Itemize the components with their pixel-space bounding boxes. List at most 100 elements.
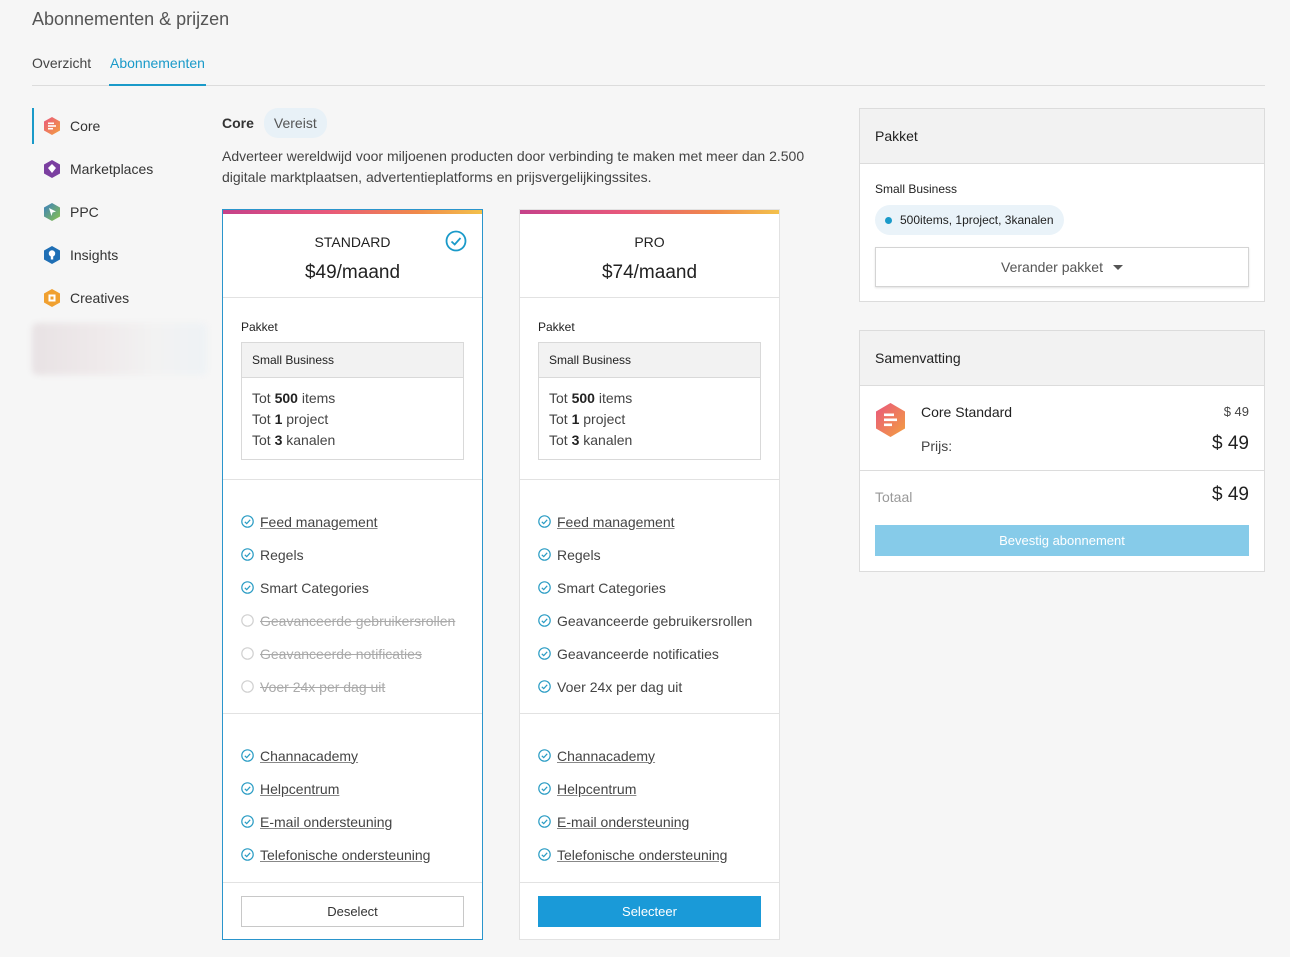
- sidebar-item-core[interactable]: Core: [32, 108, 207, 144]
- plan-support: Channacademy Helpcentrum E-mail onderste…: [223, 714, 482, 883]
- support-link[interactable]: E-mail ondersteuning: [241, 805, 482, 838]
- sidebar-item-label: Core: [70, 118, 101, 134]
- limit-channels: Tot 3 kanalen: [549, 432, 633, 448]
- status-dot-icon: [885, 216, 892, 224]
- insights-icon: [44, 246, 60, 264]
- limit-items: Tot 500 items: [252, 390, 336, 406]
- total-value: $ 49: [1212, 484, 1249, 505]
- change-package-button[interactable]: Verander pakket: [875, 247, 1249, 287]
- feature-item: Voer 24x per dag uit: [538, 670, 779, 703]
- sidebar-item-marketplaces[interactable]: Marketplaces: [32, 151, 207, 187]
- plan-package-section: Pakket Small Business Tot 500 items Tot …: [520, 298, 779, 480]
- plan-name: PRO: [634, 234, 665, 250]
- tab-overview[interactable]: Overzicht: [32, 55, 91, 86]
- package-panel: Pakket Small Business 500 items, 1 proje…: [859, 108, 1265, 302]
- feature-item-disabled: Voer 24x per dag uit: [241, 670, 482, 703]
- plan-header: STANDARD $49/maand: [223, 214, 482, 298]
- check-circle-icon: [538, 782, 551, 795]
- plan-name: STANDARD: [314, 234, 391, 250]
- plan-features: Feed management Regels Smart Categories …: [520, 480, 779, 714]
- core-icon: [876, 403, 905, 437]
- plan-card-standard[interactable]: STANDARD $49/maand Pakket Small Business…: [222, 209, 483, 940]
- plan-features: Feed management Regels Smart Categories …: [223, 480, 482, 714]
- plan-actions: Selecteer: [520, 883, 779, 940]
- product-description: Adverteer wereldwijd voor miljoenen prod…: [222, 148, 805, 185]
- limit-items: Tot 500 items: [549, 390, 633, 406]
- plan-actions: Deselect: [223, 883, 482, 940]
- support-link[interactable]: Helpcentrum: [241, 772, 482, 805]
- feature-item: Regels: [241, 538, 482, 571]
- package-panel-body: Small Business 500 items, 1 project, 3 k…: [860, 164, 1264, 301]
- summary-panel-title: Samenvatting: [860, 331, 1264, 386]
- support-link[interactable]: Channacademy: [538, 739, 779, 772]
- sidebar-item-ppc[interactable]: PPC: [32, 194, 207, 230]
- package-limits-chip: 500 items, 1 project, 3 kanalen: [875, 205, 1064, 235]
- required-badge: Vereist: [263, 108, 327, 138]
- check-circle-icon: [538, 581, 551, 594]
- feature-item: Smart Categories: [538, 571, 779, 604]
- plan-header: PRO $74/maand: [520, 214, 779, 298]
- change-package-label: Verander pakket: [1001, 259, 1103, 275]
- summary-price-value: $ 49: [1212, 433, 1249, 454]
- summary-price-label: Prijs:: [921, 438, 953, 454]
- confirm-subscription-button[interactable]: Bevestig abonnement: [875, 525, 1249, 556]
- total-label: Totaal: [875, 489, 913, 505]
- check-circle-icon: [538, 614, 551, 627]
- feature-item: Regels: [538, 538, 779, 571]
- empty-circle-icon: [241, 614, 254, 627]
- sidebar-item-creatives[interactable]: Creatives: [32, 280, 207, 316]
- package-box: Small Business Tot 500 items Tot 1 proje…: [241, 342, 464, 460]
- tab-bar: Overzicht Abonnementen: [32, 55, 1265, 86]
- check-circle-icon: [241, 815, 254, 828]
- package-title: Pakket: [538, 320, 575, 334]
- product-header: Core Vereist: [222, 108, 327, 138]
- plan-support: Channacademy Helpcentrum E-mail onderste…: [520, 714, 779, 883]
- feature-item: Smart Categories: [241, 571, 482, 604]
- feature-item: Geavanceerde notificaties: [538, 637, 779, 670]
- sidebar-item-label: Marketplaces: [70, 161, 154, 177]
- marketplaces-icon: [44, 160, 60, 178]
- sidebar-item-label: Creatives: [70, 290, 130, 306]
- feature-item[interactable]: Feed management: [538, 505, 779, 538]
- check-circle-icon: [538, 647, 551, 660]
- support-link[interactable]: Telefonische ondersteuning: [241, 838, 482, 871]
- plan-package-section: Pakket Small Business Tot 500 items Tot …: [223, 298, 482, 480]
- caret-down-icon: [1112, 264, 1123, 270]
- check-circle-icon: [241, 848, 254, 861]
- select-button[interactable]: Selecteer: [538, 896, 761, 927]
- limit-projects: Tot 1 project: [549, 411, 626, 427]
- support-link[interactable]: Telefonische ondersteuning: [538, 838, 779, 871]
- tab-subscriptions[interactable]: Abonnementen: [109, 55, 206, 86]
- check-circle-icon: [538, 815, 551, 828]
- check-circle-icon: [538, 749, 551, 762]
- package-limits: Tot 500 items Tot 1 project Tot 3 kanale…: [242, 378, 463, 459]
- check-circle-icon: [241, 749, 254, 762]
- summary-item-name: Core Standard: [921, 404, 1013, 420]
- check-circle-icon: [241, 782, 254, 795]
- feature-item: Geavanceerde gebruikersrollen: [538, 604, 779, 637]
- sidebar-item-label: Insights: [70, 247, 119, 263]
- creatives-icon: [44, 289, 60, 307]
- blurred-sidebar-item: [32, 323, 207, 375]
- summary-item-price: $ 49: [1223, 404, 1249, 419]
- empty-circle-icon: [241, 680, 254, 693]
- support-link[interactable]: Channacademy: [241, 739, 482, 772]
- check-circle-icon: [538, 548, 551, 561]
- feature-item[interactable]: Feed management: [241, 505, 482, 538]
- plan-price: $74/maand: [601, 262, 698, 283]
- core-icon: [44, 117, 60, 135]
- package-title: Pakket: [241, 320, 278, 334]
- deselect-button[interactable]: Deselect: [241, 896, 464, 927]
- sidebar: Core Marketplaces PPC Insights Creatives: [32, 108, 207, 375]
- ppc-icon: [44, 203, 60, 221]
- selected-check-icon: [445, 230, 467, 252]
- support-link[interactable]: E-mail ondersteuning: [538, 805, 779, 838]
- support-link[interactable]: Helpcentrum: [538, 772, 779, 805]
- product-name: Core: [222, 115, 254, 131]
- limit-channels: Tot 3 kanalen: [252, 432, 336, 448]
- sidebar-item-insights[interactable]: Insights: [32, 237, 207, 273]
- check-circle-icon: [241, 515, 254, 528]
- summary-line-item: Core Standard $ 49 Prijs: $ 49: [860, 386, 1264, 471]
- plan-card-pro[interactable]: PRO $74/maand Pakket Small Business Tot …: [519, 209, 780, 940]
- sidebar-item-label: PPC: [70, 204, 99, 220]
